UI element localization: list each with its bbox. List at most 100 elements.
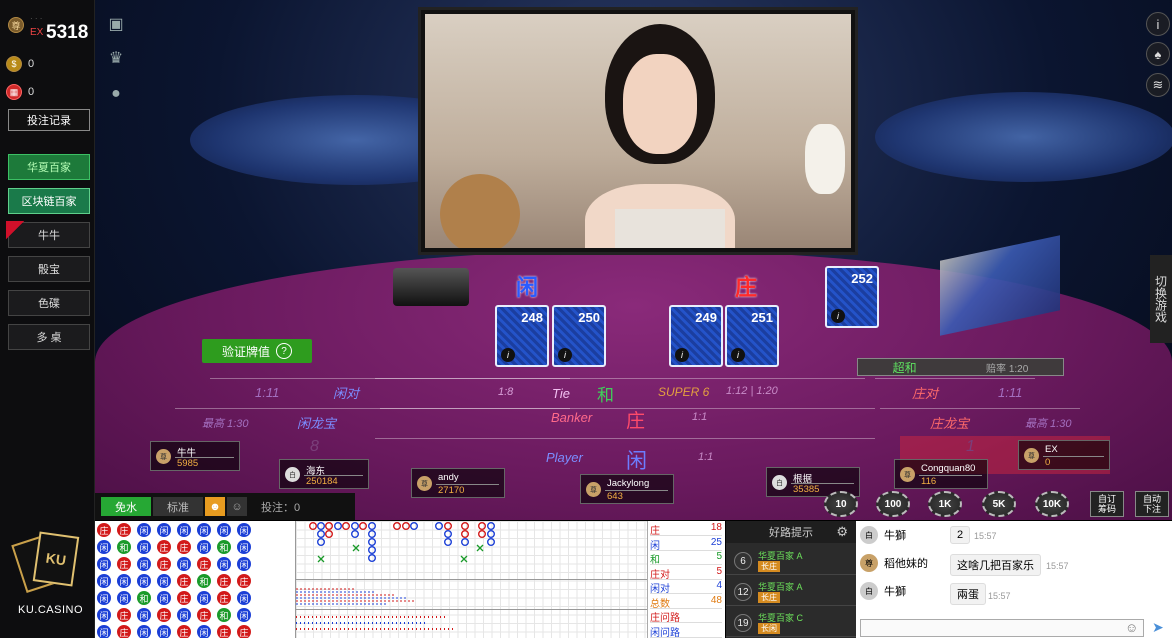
hint-row[interactable]: 12 华夏百家 A 长庄 (726, 577, 856, 606)
player-label-en[interactable]: Player (546, 450, 583, 465)
hint-row[interactable]: 19 华夏百家 C 长闲 (726, 608, 856, 637)
bead: 闲 (237, 523, 251, 537)
stat-row[interactable]: 闲问路 (650, 624, 722, 638)
player-title: 闲 (516, 275, 539, 300)
chip-5k[interactable]: 5K (982, 491, 1016, 517)
chip-10[interactable]: 10 (824, 491, 858, 517)
avatar: 尊 (900, 467, 915, 482)
stat-row: 和5 (650, 551, 722, 566)
bead: 庄 (117, 523, 131, 537)
group-icon[interactable]: ☻ (205, 497, 225, 516)
seat-player-1: 尊牛牛 5985 (150, 441, 240, 471)
custom-chip-button[interactable]: 自订 筹码 (1090, 491, 1124, 517)
super-tie-bar[interactable]: 超和 赔率 1:20 (857, 358, 1064, 376)
casino-logo: KU (11, 528, 84, 598)
bead: 闲 (97, 574, 111, 588)
tie-zone[interactable]: 和 (597, 381, 614, 406)
tie-label-en[interactable]: Tie (552, 386, 570, 401)
super6-zone[interactable]: SUPER 6 (658, 385, 709, 399)
bead: 闲 (237, 591, 251, 605)
help-icon[interactable]: ? (276, 343, 292, 359)
avatar: 白 (860, 526, 878, 544)
new-ribbon (6, 221, 24, 239)
road-map: 庄庄闲闲闲闲闲闲闲和闲庄庄闲和闲闲庄闲庄闲庄闲闲闲闲闲闲庄和庄庄闲闲和闲庄闲庄闲… (95, 521, 725, 638)
bead: 庄 (177, 574, 191, 588)
bead: 闲 (97, 608, 111, 622)
chip-1k[interactable]: 1K (928, 491, 962, 517)
bead: 闲 (237, 557, 251, 571)
bead: 和 (217, 608, 231, 622)
seat-player-3: 尊 andy 27170 (411, 468, 505, 498)
auto-bet-button[interactable]: 自动 下注 (1135, 491, 1169, 517)
player-zone[interactable]: 闲 (626, 445, 647, 475)
chip-100[interactable]: 100 (876, 491, 910, 517)
bet-total: 投注：0 (261, 501, 301, 514)
banker-zone[interactable]: 庄 (626, 406, 645, 433)
user-icon[interactable]: ● (104, 82, 128, 106)
verify-card-button[interactable]: 验证牌值? (202, 339, 312, 363)
hint-row[interactable]: 6 华夏百家 A 长庄 (726, 546, 856, 575)
info-icon[interactable]: i (1146, 12, 1170, 36)
game-blockchain-baccarat[interactable]: 区块链百家 (8, 188, 90, 214)
avatar: 尊 (1024, 448, 1039, 463)
banker-label-en[interactable]: Banker (551, 410, 592, 425)
chat-bubble: 兩蛋 (950, 583, 986, 605)
bead: 庄 (117, 608, 131, 622)
bead: 庄 (177, 625, 191, 638)
bead: 闲 (137, 523, 151, 537)
send-icon[interactable]: ➤ (1152, 619, 1164, 636)
bet-mode-bar: 免水 标准 ☻ ☺ 投注：0 (95, 493, 355, 520)
player-dragon-zone[interactable]: 闲龙宝 (297, 413, 336, 432)
bead: 庄 (97, 523, 111, 537)
hints-title: 好路提示 ⚙ (726, 521, 856, 543)
game-multi-table[interactable]: 多 桌 (8, 324, 90, 350)
free-water-button[interactable]: 免水 (101, 497, 151, 516)
bead: 闲 (97, 540, 111, 554)
vip-coin-icon: 尊 (8, 17, 24, 33)
player-pair-zone[interactable]: 闲对 (333, 383, 359, 402)
chat-time: 15:57 (974, 531, 997, 541)
bead: 闲 (177, 608, 191, 622)
bead: 闲 (217, 523, 231, 537)
bead: 庄 (197, 608, 211, 622)
standard-button[interactable]: 标准 (153, 497, 203, 516)
game-huaxia-baccarat[interactable]: 华夏百家 (8, 154, 90, 180)
tv-icon[interactable]: ▣ (104, 12, 128, 36)
bead: 庄 (237, 574, 251, 588)
chat-bubble: 这啥几把百家乐 (950, 554, 1041, 576)
bead: 闲 (117, 574, 131, 588)
stat-row[interactable]: 庄问路 (650, 609, 722, 624)
card-shoe (393, 268, 469, 306)
gear-icon[interactable]: ⚙ (836, 524, 848, 540)
bead: 庄 (117, 557, 131, 571)
username: · · · (30, 14, 43, 23)
banker-pair-zone[interactable]: 庄对 (912, 383, 938, 402)
banker-odds: 1:1 (692, 411, 708, 423)
emoji-icon[interactable]: ☺ (1125, 620, 1138, 635)
wifi-icon[interactable]: ≋ (1146, 73, 1170, 97)
stat-row: 总数 48 (650, 594, 722, 610)
bead: 庄 (157, 608, 171, 622)
road-stats: 庄 18 闲 25 和 5 庄对 5 闲对 4 总数 48 庄问路 闲问路 (647, 521, 725, 638)
avatar: 尊 (586, 482, 601, 497)
settings-icon[interactable]: ♠ (1146, 42, 1170, 66)
avatar: 白 (772, 475, 787, 490)
player-card-2: 250 i (552, 305, 606, 367)
avatar: 尊 (417, 476, 432, 491)
person-icon[interactable]: ☺ (227, 497, 247, 516)
game-sicbo[interactable]: 骰宝 (8, 256, 90, 282)
bead: 庄 (217, 591, 231, 605)
bead: 闲 (237, 608, 251, 622)
banker-dragon-zone[interactable]: 庄龙宝 (930, 413, 969, 432)
bead: 闲 (137, 608, 151, 622)
chat-time: 15:57 (1046, 561, 1069, 571)
bead: 闲 (197, 540, 211, 554)
crown-icon[interactable]: ♛ (104, 46, 128, 70)
game-sedie[interactable]: 色碟 (8, 290, 90, 316)
chip-10k[interactable]: 10K (1035, 491, 1069, 517)
switch-game-tab[interactable]: 切换游戏 (1150, 255, 1172, 343)
chat-input[interactable] (860, 619, 1144, 637)
bead: 闲 (137, 625, 151, 638)
bead: 庄 (157, 540, 171, 554)
bet-record-button[interactable]: 投注记录 (8, 109, 90, 131)
